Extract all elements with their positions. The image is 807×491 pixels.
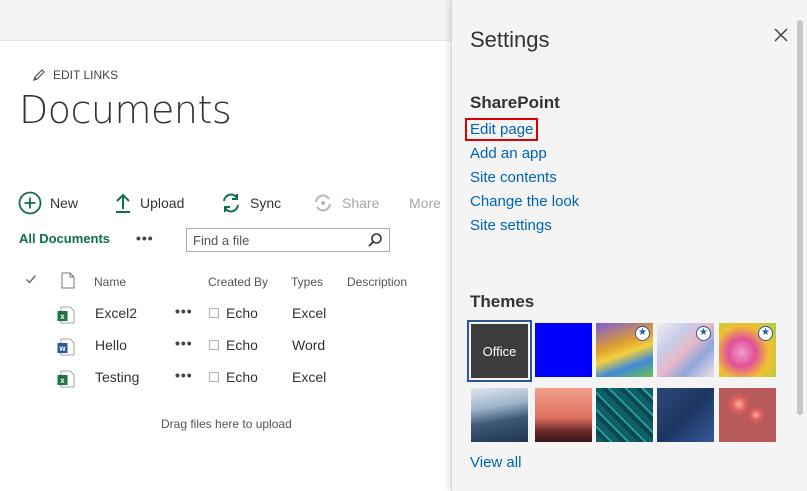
row-actions-ellipsis[interactable]: ••• (175, 303, 193, 319)
share-label: Share (342, 195, 380, 211)
table-header: Name Created By Types Description (0, 272, 440, 292)
upload-icon (116, 193, 130, 213)
upload-label: Upload (140, 195, 185, 211)
created-by-value[interactable]: Echo (226, 305, 258, 321)
column-types[interactable]: Types (291, 275, 323, 289)
row-actions-ellipsis[interactable]: ••• (175, 335, 193, 351)
edit-links-label: EDIT LINKS (53, 68, 119, 82)
search-icon[interactable] (367, 232, 383, 248)
row-actions-ellipsis[interactable]: ••• (175, 367, 193, 383)
theme-blue[interactable] (535, 323, 592, 377)
select-all-check-icon[interactable] (25, 273, 37, 288)
change-the-look-link[interactable]: Change the look (470, 193, 579, 210)
excel-file-icon: x (57, 306, 75, 324)
view-all-themes-link[interactable]: View all (470, 454, 521, 471)
column-created-by[interactable]: Created By (208, 275, 268, 289)
svg-text:w: w (58, 344, 66, 353)
share-button[interactable]: Share (312, 189, 379, 217)
column-name[interactable]: Name (94, 275, 126, 289)
type-value: Excel (292, 305, 327, 321)
themes-heading: Themes (470, 292, 535, 311)
svg-text:x: x (60, 376, 65, 385)
add-an-app-link[interactable]: Add an app (470, 145, 547, 162)
close-icon[interactable] (772, 26, 790, 44)
type-value: Word (292, 337, 326, 353)
sharepoint-page: EDIT LINKS Documents New Upload Sync Sha… (0, 0, 807, 491)
pencil-icon (33, 69, 45, 81)
type-value: Excel (292, 369, 327, 385)
theme-sunset-palms[interactable] (535, 388, 592, 442)
star-icon: ★ (635, 326, 650, 341)
theme-circuit[interactable] (596, 388, 653, 442)
settings-panel: Settings SharePoint Edit page Add an app… (451, 0, 807, 491)
star-icon: ★ (758, 326, 773, 341)
add-circle-icon (18, 191, 42, 215)
theme-dragon[interactable]: ★ (719, 323, 776, 377)
sharepoint-heading: SharePoint (470, 93, 560, 112)
theme-wave[interactable] (471, 388, 528, 442)
find-file-box (186, 228, 390, 252)
table-row[interactable]: x Excel2 ••• Echo Excel (0, 302, 440, 330)
user-presence-checkbox[interactable] (209, 340, 219, 350)
theme-office-label: Office (482, 343, 517, 359)
site-settings-link[interactable]: Site settings (470, 217, 552, 234)
share-icon (315, 194, 331, 212)
drag-upload-hint: Drag files here to upload (161, 417, 292, 431)
user-presence-checkbox[interactable] (209, 308, 219, 318)
theme-bokeh[interactable] (719, 388, 776, 442)
file-name-link[interactable]: Excel2 (95, 305, 137, 321)
table-row[interactable]: x Testing ••• Echo Excel (0, 366, 440, 394)
theme-rainbow[interactable]: ★ (596, 323, 653, 377)
word-file-icon: w (57, 338, 75, 356)
column-description[interactable]: Description (347, 275, 407, 289)
table-row[interactable]: w Hello ••• Echo Word (0, 334, 440, 362)
created-by-value[interactable]: Echo (226, 337, 258, 353)
sync-icon (223, 193, 239, 213)
user-presence-checkbox[interactable] (209, 372, 219, 382)
file-name-link[interactable]: Testing (95, 369, 139, 385)
new-button[interactable]: New (18, 189, 78, 217)
edit-links-button[interactable]: EDIT LINKS (32, 68, 118, 82)
svg-text:x: x (60, 312, 65, 321)
theme-aviation[interactable] (657, 388, 714, 442)
more-label: More (409, 195, 441, 211)
theme-office[interactable]: Office (467, 320, 532, 382)
site-contents-link[interactable]: Site contents (470, 169, 557, 186)
sync-label: Sync (250, 195, 282, 211)
star-icon: ★ (696, 326, 711, 341)
settings-scrollbar-thumb[interactable] (797, 20, 803, 415)
edit-page-link[interactable]: Edit page (464, 118, 539, 141)
page-title: Documents (19, 88, 232, 132)
created-by-value[interactable]: Echo (226, 369, 258, 385)
sync-button[interactable]: Sync (220, 189, 281, 217)
find-file-input[interactable] (193, 232, 363, 248)
theme-streaks[interactable]: ★ (657, 323, 714, 377)
file-name-link[interactable]: Hello (95, 337, 127, 353)
file-type-column-icon (61, 272, 75, 292)
new-label: New (50, 195, 79, 211)
view-all-documents[interactable]: All Documents (19, 231, 110, 246)
view-options-ellipsis[interactable]: ••• (136, 230, 154, 246)
upload-button[interactable]: Upload (114, 189, 184, 217)
more-button[interactable]: More (409, 189, 441, 217)
excel-file-icon: x (57, 370, 75, 388)
settings-title: Settings (470, 27, 550, 52)
